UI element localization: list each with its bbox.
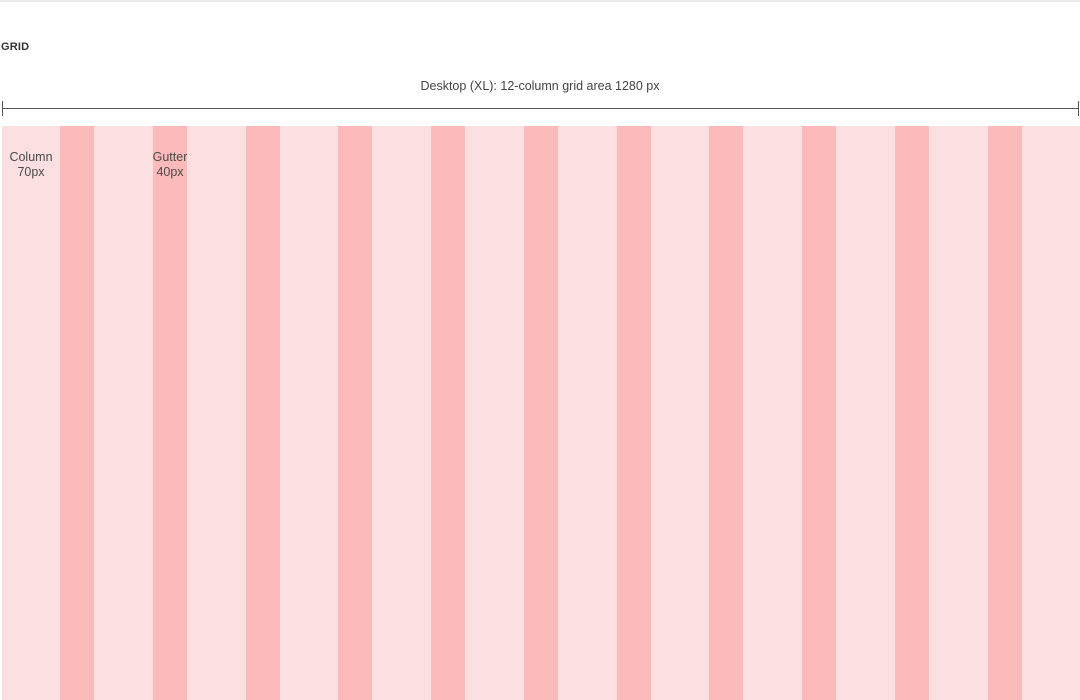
dimension-caption: Desktop (XL): 12-column grid area 1280 p… xyxy=(420,79,660,93)
dimension-line xyxy=(2,108,1078,109)
column-label-size: 70px xyxy=(17,165,45,179)
top-divider xyxy=(0,0,1080,2)
column-label: Column 70px xyxy=(0,150,62,180)
gutter-stripe xyxy=(431,126,465,700)
gutter-stripe xyxy=(246,126,280,700)
section-heading: GRID xyxy=(1,41,30,53)
gutter-stripe xyxy=(617,126,651,700)
gutter-label-name: Gutter xyxy=(152,150,188,164)
gutter-stripe xyxy=(60,126,94,700)
gutter-label: Gutter 40px xyxy=(145,150,195,180)
grid-area xyxy=(2,126,1080,700)
gutter-stripe xyxy=(709,126,743,700)
grid-spec-page: GRID Desktop (XL): 12-column grid area 1… xyxy=(0,0,1080,700)
column-label-name: Column xyxy=(9,150,53,164)
dimension-tick-left xyxy=(2,101,3,116)
gutter-stripe xyxy=(988,126,1022,700)
gutter-stripe xyxy=(895,126,929,700)
gutter-stripe xyxy=(802,126,836,700)
gutter-stripe xyxy=(153,126,187,700)
gutter-label-size: 40px xyxy=(156,165,184,179)
gutter-stripe xyxy=(524,126,558,700)
dimension-tick-right xyxy=(1078,101,1079,116)
gutter-stripe xyxy=(338,126,372,700)
